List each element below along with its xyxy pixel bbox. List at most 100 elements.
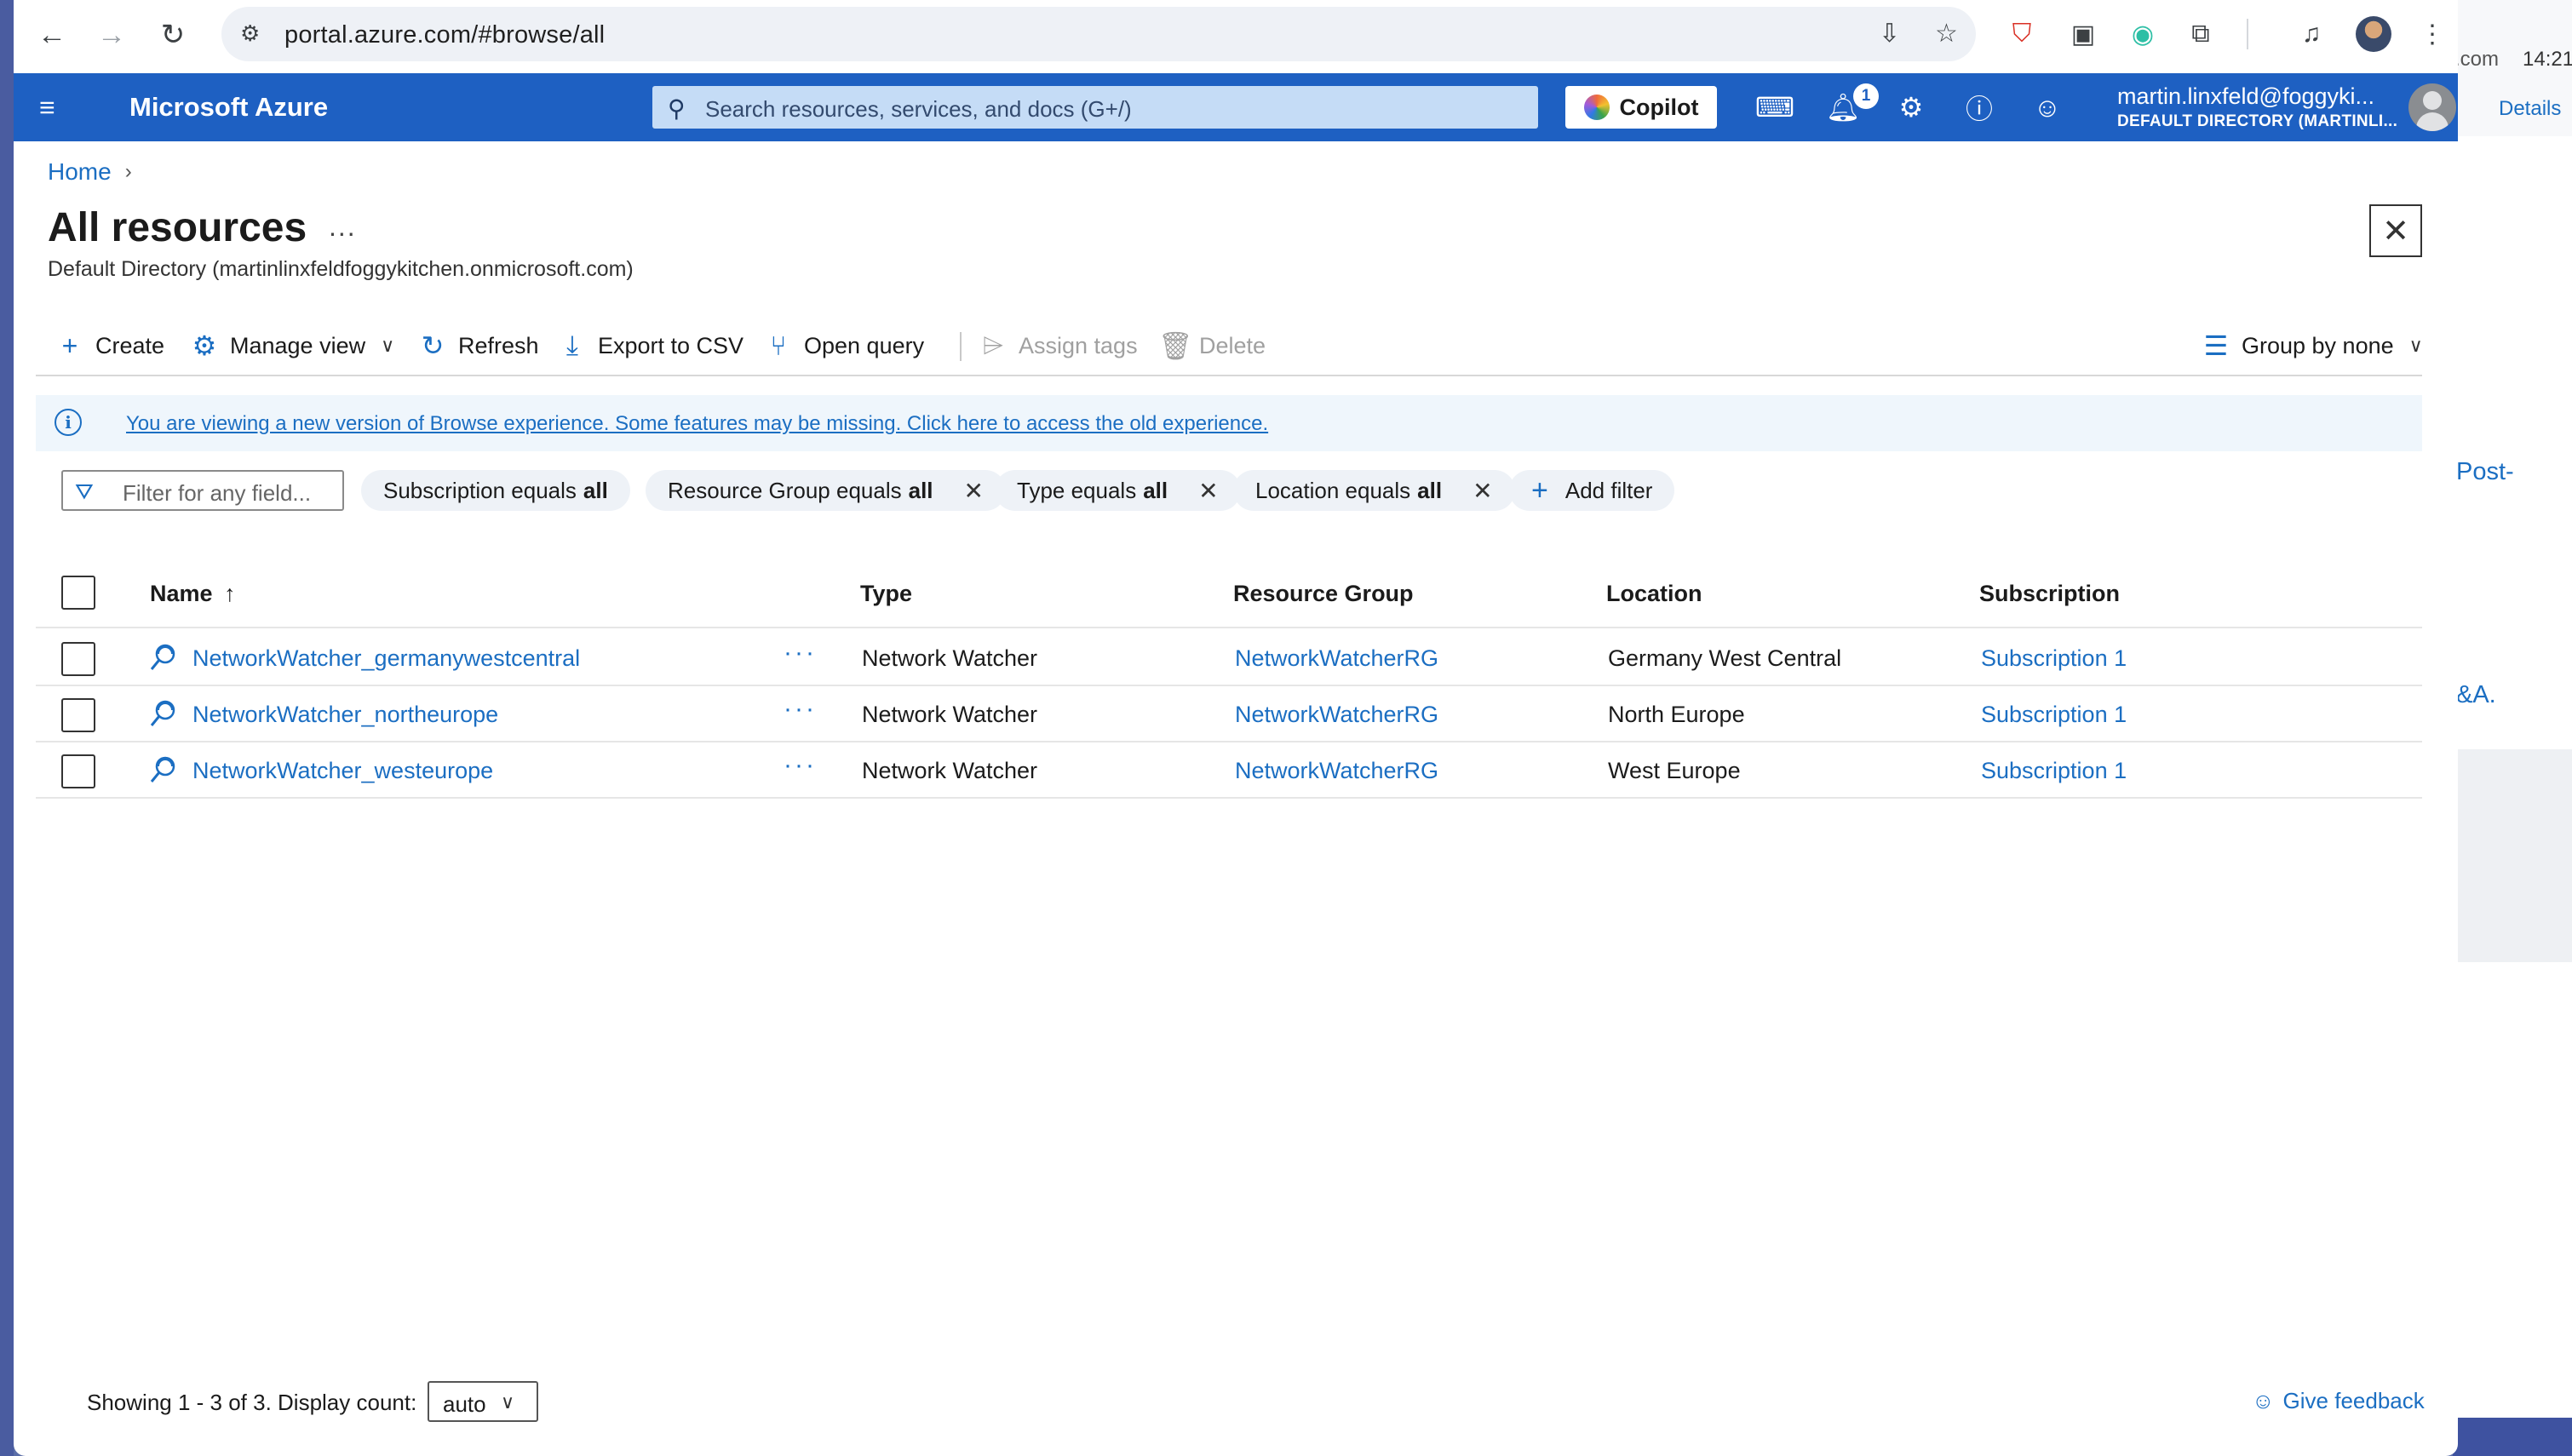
row-checkbox[interactable] (61, 642, 95, 676)
create-button[interactable]: + Create (55, 329, 164, 363)
chrome-menu-icon[interactable]: ⋮ (2414, 15, 2451, 53)
help-icon[interactable]: ⓘ (1962, 90, 1996, 124)
row-more-button[interactable]: ··· (784, 695, 817, 724)
row-checkbox[interactable] (61, 698, 95, 732)
old-experience-link[interactable]: You are viewing a new version of Browse … (126, 412, 1268, 436)
filter-pill-subscription[interactable]: Subscription equals all (361, 470, 630, 511)
notification-count-badge: 1 (1853, 83, 1879, 109)
row-checkbox[interactable] (61, 754, 95, 788)
table-row: NetworkWatcher_northeurope ··· Network W… (36, 686, 2422, 742)
export-csv-button[interactable]: ⤓ Export to CSV (557, 329, 743, 363)
resource-group-link[interactable]: NetworkWatcherRG (1235, 758, 1438, 784)
filter-input[interactable]: ⛛ Filter for any field... (61, 470, 344, 511)
table-row: NetworkWatcher_westeurope ··· Network Wa… (36, 742, 2422, 799)
account-email[interactable]: martin.linxfeld@foggyki... (2117, 83, 2374, 110)
puzzle-extensions-icon[interactable]: ⧉ (2182, 15, 2219, 53)
resource-name-link[interactable]: NetworkWatcher_northeurope (192, 702, 498, 728)
account-directory[interactable]: DEFAULT DIRECTORY (MARTINLI... (2117, 112, 2397, 131)
breadcrumb-home-link[interactable]: Home (48, 158, 112, 186)
delete-button[interactable]: 🗑︎ Delete (1158, 329, 1266, 363)
teal-extension-icon[interactable]: ◉ (2124, 15, 2162, 53)
assign-tags-button[interactable]: ⌲ Assign tags (978, 329, 1138, 363)
background-details-link[interactable]: Details (2499, 97, 2561, 121)
close-icon[interactable]: ✕ (1198, 477, 1218, 505)
filter-pill-label: Subscription equals (383, 477, 577, 503)
chevron-down-icon: ∨ (381, 335, 395, 356)
display-count-select[interactable]: auto ∨ (428, 1381, 538, 1422)
forward-icon[interactable]: → (92, 15, 131, 54)
network-watcher-icon (150, 700, 175, 726)
breadcrumb: Home › (48, 158, 132, 186)
network-watcher-icon (150, 644, 175, 670)
row-more-button[interactable]: ··· (784, 639, 817, 668)
browser-window: ← → ↻ ⚙ portal.azure.com/#browse/all ⇩ ☆… (14, 0, 2458, 1456)
background-text-com: .com (2454, 48, 2500, 71)
group-by-dropdown[interactable]: ☰ Group by none ∨ (2201, 329, 2423, 363)
copilot-button[interactable]: Copilot (1565, 86, 1717, 129)
resource-group-link[interactable]: NetworkWatcherRG (1235, 645, 1438, 672)
resource-group-link[interactable]: NetworkWatcherRG (1235, 702, 1438, 728)
azure-brand[interactable]: Microsoft Azure (129, 92, 328, 123)
media-control-icon[interactable]: ♫ (2293, 15, 2330, 53)
global-search-input[interactable]: ⚲ Search resources, services, and docs (… (652, 86, 1538, 129)
subscription-link[interactable]: Subscription 1 (1981, 645, 2127, 672)
refresh-button[interactable]: ↻ Refresh (417, 329, 539, 363)
column-header-location[interactable]: Location (1606, 581, 1702, 607)
group-by-label: Group by none (2242, 332, 2394, 358)
refresh-label: Refresh (458, 332, 539, 358)
open-query-button[interactable]: ⑂ Open query (763, 329, 924, 363)
close-blade-button[interactable]: ✕ (2369, 204, 2422, 257)
manage-view-label: Manage view (230, 332, 366, 358)
background-text-qa: &A. (2456, 681, 2496, 708)
azure-header: ≡ Microsoft Azure ⚲ Search resources, se… (14, 73, 2458, 141)
shield-extension-icon[interactable]: ⛉ (2003, 15, 2041, 53)
select-all-checkbox[interactable] (61, 576, 95, 610)
resource-name-link[interactable]: NetworkWatcher_westeurope (192, 758, 493, 784)
filter-pill-type[interactable]: Type equals all ✕ (995, 470, 1241, 511)
background-text-post: Post- (2456, 458, 2514, 485)
settings-gear-icon[interactable]: ⚙ (1894, 90, 1928, 124)
page-subtitle: Default Directory (martinlinxfeldfoggyki… (48, 257, 634, 281)
manage-view-button[interactable]: ⚙ Manage view ∨ (189, 329, 395, 363)
resource-type: Network Watcher (862, 645, 1038, 671)
reload-icon[interactable]: ↻ (153, 15, 192, 54)
resource-name-link[interactable]: NetworkWatcher_germanywestcentral (192, 645, 580, 672)
close-icon: ✕ (2382, 213, 2409, 249)
close-icon[interactable]: ✕ (964, 477, 984, 505)
add-filter-button[interactable]: + Add filter (1509, 470, 1675, 511)
column-header-resource-group[interactable]: Resource Group (1233, 581, 1414, 607)
search-icon: ⚲ (668, 95, 686, 122)
column-header-type[interactable]: Type (860, 581, 912, 607)
page-title: All resources (48, 205, 307, 250)
filter-pill-value: all (583, 477, 608, 503)
row-more-button[interactable]: ··· (784, 751, 817, 780)
filter-pill-label: Location equals (1255, 477, 1411, 503)
site-settings-icon[interactable]: ⚙ (240, 20, 269, 48)
filter-pill-resource-group[interactable]: Resource Group equals all ✕ (646, 470, 1006, 511)
address-bar[interactable]: ⚙ portal.azure.com/#browse/all ⇩ ☆ (221, 7, 1976, 61)
column-header-subscription[interactable]: Subscription (1979, 581, 2120, 607)
open-query-label: Open query (804, 332, 925, 358)
resource-location: North Europe (1608, 702, 1745, 727)
url-text[interactable]: portal.azure.com/#browse/all (284, 21, 605, 49)
bookmark-star-icon[interactable]: ☆ (1935, 19, 1958, 49)
close-icon[interactable]: ✕ (1473, 477, 1492, 505)
profile-avatar[interactable] (2356, 16, 2391, 52)
query-icon: ⑂ (770, 330, 787, 361)
more-options-button[interactable]: ... (329, 211, 357, 243)
cloud-shell-icon[interactable]: ⌨ (1755, 90, 1794, 124)
column-header-name[interactable]: Name ↑ (150, 581, 236, 607)
extension-icon[interactable]: ▣ (2064, 15, 2102, 53)
portal-menu-icon[interactable]: ≡ (39, 92, 70, 123)
back-icon[interactable]: ← (32, 15, 72, 54)
filter-pill-location[interactable]: Location equals all ✕ (1233, 470, 1515, 511)
subscription-link[interactable]: Subscription 1 (1981, 758, 2127, 784)
feedback-icon[interactable]: ☺ (2030, 90, 2064, 124)
account-avatar[interactable] (2408, 83, 2456, 131)
download-icon: ⤓ (565, 330, 579, 360)
install-app-icon[interactable]: ⇩ (1879, 19, 1900, 49)
give-feedback-link[interactable]: ☺ Give feedback (2252, 1388, 2425, 1414)
subscription-link[interactable]: Subscription 1 (1981, 702, 2127, 728)
table-row: NetworkWatcher_germanywestcentral ··· Ne… (36, 630, 2422, 686)
refresh-icon: ↻ (421, 330, 445, 361)
